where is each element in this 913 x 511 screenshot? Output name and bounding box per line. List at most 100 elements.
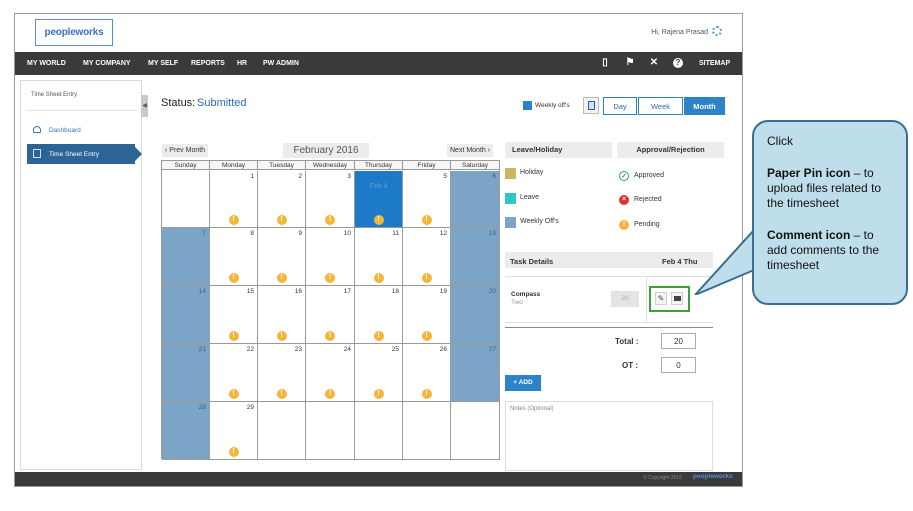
ot-field[interactable]: 0 bbox=[661, 357, 696, 373]
pending-status-icon: ! bbox=[421, 389, 432, 399]
calendar-day-cell[interactable]: 10! bbox=[306, 228, 355, 286]
day-number: 21 bbox=[198, 346, 206, 353]
day-number: 5 bbox=[443, 173, 447, 180]
calendar-day-cell[interactable]: 6 bbox=[451, 171, 500, 228]
day-number: 20 bbox=[488, 288, 496, 295]
day-number: 6 bbox=[492, 173, 496, 180]
pending-status-icon: ! bbox=[421, 273, 432, 283]
sidebar-item-label: Time Sheet Entry bbox=[49, 151, 99, 158]
nav-sitemap[interactable]: SITEMAP bbox=[699, 52, 730, 75]
day-number: 18 bbox=[391, 288, 399, 295]
calendar-day-cell[interactable]: 17! bbox=[306, 286, 355, 344]
day-view-button[interactable]: Day bbox=[603, 97, 637, 115]
calendar-day-cell[interactable]: 18! bbox=[355, 286, 403, 344]
task-divider bbox=[646, 276, 647, 323]
calendar-day-cell[interactable]: 8! bbox=[210, 228, 258, 286]
sidebar-divider bbox=[27, 110, 137, 111]
calendar-day-cell[interactable]: 22! bbox=[210, 344, 258, 402]
day-number: 27 bbox=[488, 346, 496, 353]
calendar-day-cell[interactable]: 23! bbox=[258, 344, 306, 402]
sidebar-collapse-handle[interactable]: ◀ bbox=[141, 95, 148, 117]
nav-hr[interactable]: HR bbox=[237, 52, 247, 75]
calendar-day-cell[interactable]: 3! bbox=[306, 171, 355, 228]
calendar-day-cell[interactable]: 15! bbox=[210, 286, 258, 344]
footer-brand: peopleworks bbox=[693, 473, 733, 480]
calendar-day-cell[interactable]: 26! bbox=[403, 344, 451, 402]
comment-icon[interactable] bbox=[671, 292, 683, 305]
paper-pin-icon[interactable]: ✎ bbox=[655, 292, 667, 305]
calendar-day-cell[interactable]: 16! bbox=[258, 286, 306, 344]
calendar-day-cell[interactable]: 24! bbox=[306, 344, 355, 402]
calendar-grid: Sunday Monday Tuesday Wednesday Thursday Frid… bbox=[161, 160, 500, 460]
calendar-day-cell[interactable]: 1! bbox=[210, 171, 258, 228]
pending-status-icon: ! bbox=[373, 331, 384, 341]
day-number: 8 bbox=[250, 230, 254, 237]
calendar-day-cell[interactable]: 21 bbox=[162, 344, 210, 402]
pending-label: Pending bbox=[634, 221, 660, 228]
day-number: 13 bbox=[488, 230, 496, 237]
day-number: 19 bbox=[439, 288, 447, 295]
pending-icon: ! bbox=[619, 220, 629, 230]
nav-reports[interactable]: REPORTS bbox=[191, 52, 225, 75]
pending-status-icon: ! bbox=[228, 215, 239, 225]
calendar-day-cell[interactable]: 20 bbox=[451, 286, 500, 344]
day-number: 14 bbox=[198, 288, 206, 295]
timesheet-icon bbox=[33, 149, 41, 158]
day-number: 3 bbox=[347, 173, 351, 180]
month-title: February 2016 bbox=[283, 143, 369, 158]
calendar-day-cell[interactable]: 2! bbox=[258, 171, 306, 228]
flag-icon[interactable]: ⚑ bbox=[624, 57, 636, 69]
callout-pin-bold: Paper Pin icon bbox=[767, 166, 851, 180]
sidebar-item-dashboard[interactable]: Dashboard bbox=[49, 127, 81, 134]
month-view-button[interactable]: Month bbox=[684, 97, 725, 115]
day-number: 11 bbox=[392, 230, 399, 237]
pending-status-icon: ! bbox=[276, 273, 287, 283]
calendar-day-cell[interactable]: 7 bbox=[162, 228, 210, 286]
pending-status-icon: ! bbox=[276, 331, 287, 341]
rejected-icon: × bbox=[619, 195, 629, 205]
logo[interactable]: peopleworks bbox=[35, 19, 113, 46]
day-of-week-header: Thursday bbox=[355, 161, 403, 170]
gear-icon[interactable] bbox=[712, 26, 722, 36]
nav-pw-admin[interactable]: PW ADMIN bbox=[263, 52, 299, 75]
calendar-day-cell[interactable]: 13 bbox=[451, 228, 500, 286]
pending-status-icon: ! bbox=[325, 389, 335, 399]
calendar-day-cell[interactable]: 4 Feb 4! bbox=[355, 171, 403, 228]
calendar-day-cell[interactable]: 5! bbox=[403, 171, 451, 228]
calendar-day-cell[interactable]: 12! bbox=[403, 228, 451, 286]
calendar-day-cell[interactable]: 25! bbox=[355, 344, 403, 402]
nav-my-self[interactable]: MY SELF bbox=[148, 52, 178, 75]
leave-label: Leave bbox=[520, 194, 540, 201]
add-button[interactable]: + ADD bbox=[505, 375, 541, 391]
calendar-day-cell[interactable]: 9! bbox=[258, 228, 306, 286]
footer-copyright: © Copyright 2016 bbox=[643, 475, 682, 481]
total-field[interactable]: 20 bbox=[661, 333, 696, 349]
callout-comment-bold: Comment icon bbox=[767, 228, 851, 242]
pending-status-icon: ! bbox=[421, 331, 432, 341]
help-icon[interactable]: ? bbox=[673, 58, 683, 68]
day-number: 22 bbox=[246, 346, 254, 353]
week-view-button[interactable]: Week bbox=[638, 97, 683, 115]
day-of-week-header: Tuesday bbox=[258, 161, 306, 170]
calendar-day-cell[interactable]: 27 bbox=[451, 344, 500, 402]
print-button[interactable] bbox=[583, 97, 599, 114]
next-month-button[interactable]: Next Month › bbox=[447, 144, 494, 157]
day-number: 15 bbox=[246, 288, 254, 295]
notes-field[interactable]: Notes (Optional) bbox=[505, 401, 713, 471]
calendar-day-cell[interactable]: 28 bbox=[162, 402, 210, 460]
weekly-offs-label: Weekly Off's bbox=[520, 218, 559, 225]
calendar-day-cell[interactable]: 14 bbox=[162, 286, 210, 344]
day-number: 9 bbox=[298, 230, 302, 237]
calendar-day-cell[interactable]: 11! bbox=[355, 228, 403, 286]
calendar-day-cell[interactable]: 19! bbox=[403, 286, 451, 344]
day-number: 16 bbox=[294, 288, 302, 295]
day-number: 7 bbox=[202, 230, 206, 237]
book-icon[interactable]: ▯ bbox=[599, 57, 611, 69]
calendar-day-cell[interactable]: 29! bbox=[210, 402, 258, 460]
prev-month-button[interactable]: ‹ Prev Month bbox=[162, 144, 209, 157]
tools-icon[interactable]: ✕ bbox=[648, 57, 660, 69]
nav-my-company[interactable]: MY COMPANY bbox=[83, 52, 131, 75]
user-greeting[interactable]: Hi, Rajena Prasad bbox=[651, 29, 708, 36]
task-hours-field[interactable]: 20 bbox=[611, 291, 639, 307]
nav-my-world[interactable]: MY WORLD bbox=[27, 52, 66, 75]
